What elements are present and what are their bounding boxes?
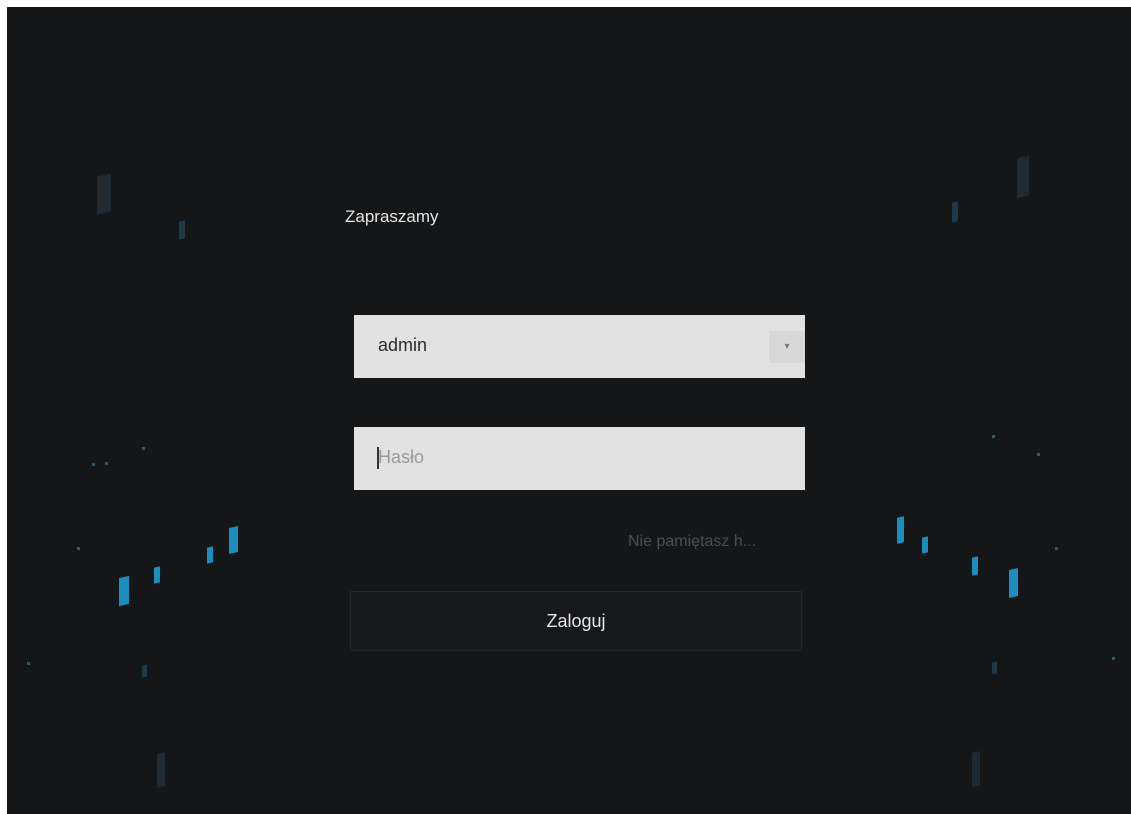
login-screen: Zapraszamy admin ▾ Nie pamiętasz h... Za…: [7, 7, 1131, 814]
password-input[interactable]: [378, 447, 758, 468]
username-value[interactable]: admin: [378, 335, 758, 356]
password-field[interactable]: [354, 427, 805, 490]
login-button[interactable]: Zaloguj: [350, 591, 802, 651]
welcome-heading: Zapraszamy: [345, 207, 439, 226]
text-cursor: [377, 447, 379, 469]
forgot-password-link[interactable]: Nie pamiętasz h...: [628, 533, 756, 551]
username-field[interactable]: admin ▾: [354, 315, 805, 378]
username-dropdown-button[interactable]: ▾: [769, 331, 805, 363]
chevron-down-icon: ▾: [784, 341, 790, 352]
